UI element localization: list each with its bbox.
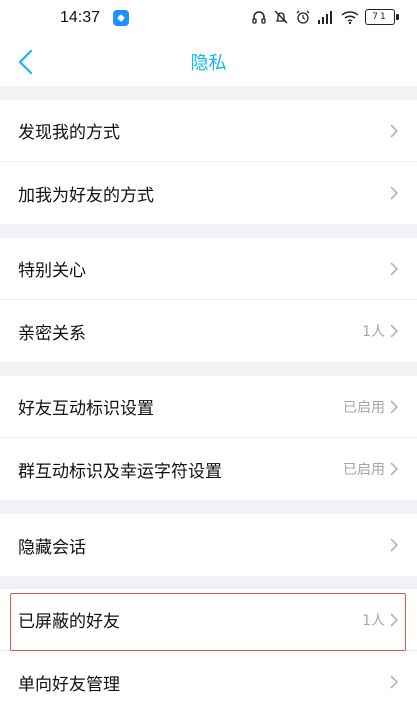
alarm-icon xyxy=(296,10,310,24)
nav-bar: 隐私 xyxy=(0,36,417,86)
list-item-label: 发现我的方式 xyxy=(18,123,120,143)
list-item-value: 已启用 xyxy=(343,462,385,478)
list-item-friend-interaction-marks[interactable]: 好友互动标识设置 已启用 xyxy=(0,376,417,438)
list-item-discover-me[interactable]: 发现我的方式 xyxy=(0,100,417,162)
list-item-blocked-friends[interactable]: 已屏蔽的好友 1人 xyxy=(0,589,417,651)
list-item-label: 群互动标识及幸运字符设置 xyxy=(18,461,222,482)
list-item-label: 特别关心 xyxy=(18,261,86,281)
chevron-right-icon xyxy=(390,399,399,414)
list-item-group-interaction-marks[interactable]: 群互动标识及幸运字符设置 已启用 xyxy=(0,438,417,500)
list-item-special-care[interactable]: 特别关心 xyxy=(0,238,417,300)
list-item-value: 1人 xyxy=(362,612,385,629)
list-item-label: 加我为好友的方式 xyxy=(18,185,154,206)
settings-group-relations: 特别关心 亲密关系 1人 xyxy=(0,238,417,362)
list-item-label: 单向好友管理 xyxy=(18,674,120,695)
settings-group-hidden: 隐藏会话 xyxy=(0,514,417,576)
battery-icon: 71 xyxy=(365,9,399,25)
list-item-intimate-relations[interactable]: 亲密关系 1人 xyxy=(0,300,417,362)
list-item-hidden-chats[interactable]: 隐藏会话 xyxy=(0,514,417,576)
chevron-right-icon xyxy=(390,123,399,138)
list-item-value: 1人 xyxy=(362,324,385,340)
page-title: 隐私 xyxy=(190,53,227,74)
list-item-label: 好友互动标识设置 xyxy=(18,399,154,419)
chevron-right-icon xyxy=(390,538,399,552)
list-item-label: 隐藏会话 xyxy=(18,537,86,558)
status-icons: 71 xyxy=(251,9,399,25)
settings-group-friends: 已屏蔽的好友 1人 单向好友管理 xyxy=(0,589,417,713)
list-item-one-way-friends[interactable]: 单向好友管理 xyxy=(0,651,417,713)
wifi-icon xyxy=(341,11,359,25)
app-notification-icon xyxy=(113,10,129,26)
chevron-right-icon xyxy=(390,462,399,476)
chevron-right-icon xyxy=(390,261,399,276)
headphone-icon xyxy=(252,11,266,24)
status-bar: 14:37 71 xyxy=(0,0,417,36)
signal-icon xyxy=(318,11,332,24)
chevron-right-icon xyxy=(390,324,399,338)
status-time: 14:37 xyxy=(60,9,101,26)
list-item-add-friend-method[interactable]: 加我为好友的方式 xyxy=(0,162,417,224)
chevron-right-icon xyxy=(390,612,399,627)
chevron-right-icon xyxy=(390,186,399,200)
settings-group-interaction-marks: 好友互动标识设置 已启用 群互动标识及幸运字符设置 已启用 xyxy=(0,376,417,500)
chevron-right-icon xyxy=(390,675,399,689)
notifications-off-icon xyxy=(274,10,288,24)
list-item-label: 亲密关系 xyxy=(18,323,86,344)
list-item-value: 已启用 xyxy=(343,399,385,416)
list-item-label: 已屏蔽的好友 xyxy=(18,612,120,632)
settings-group-discovery: 发现我的方式 加我为好友的方式 xyxy=(0,100,417,224)
